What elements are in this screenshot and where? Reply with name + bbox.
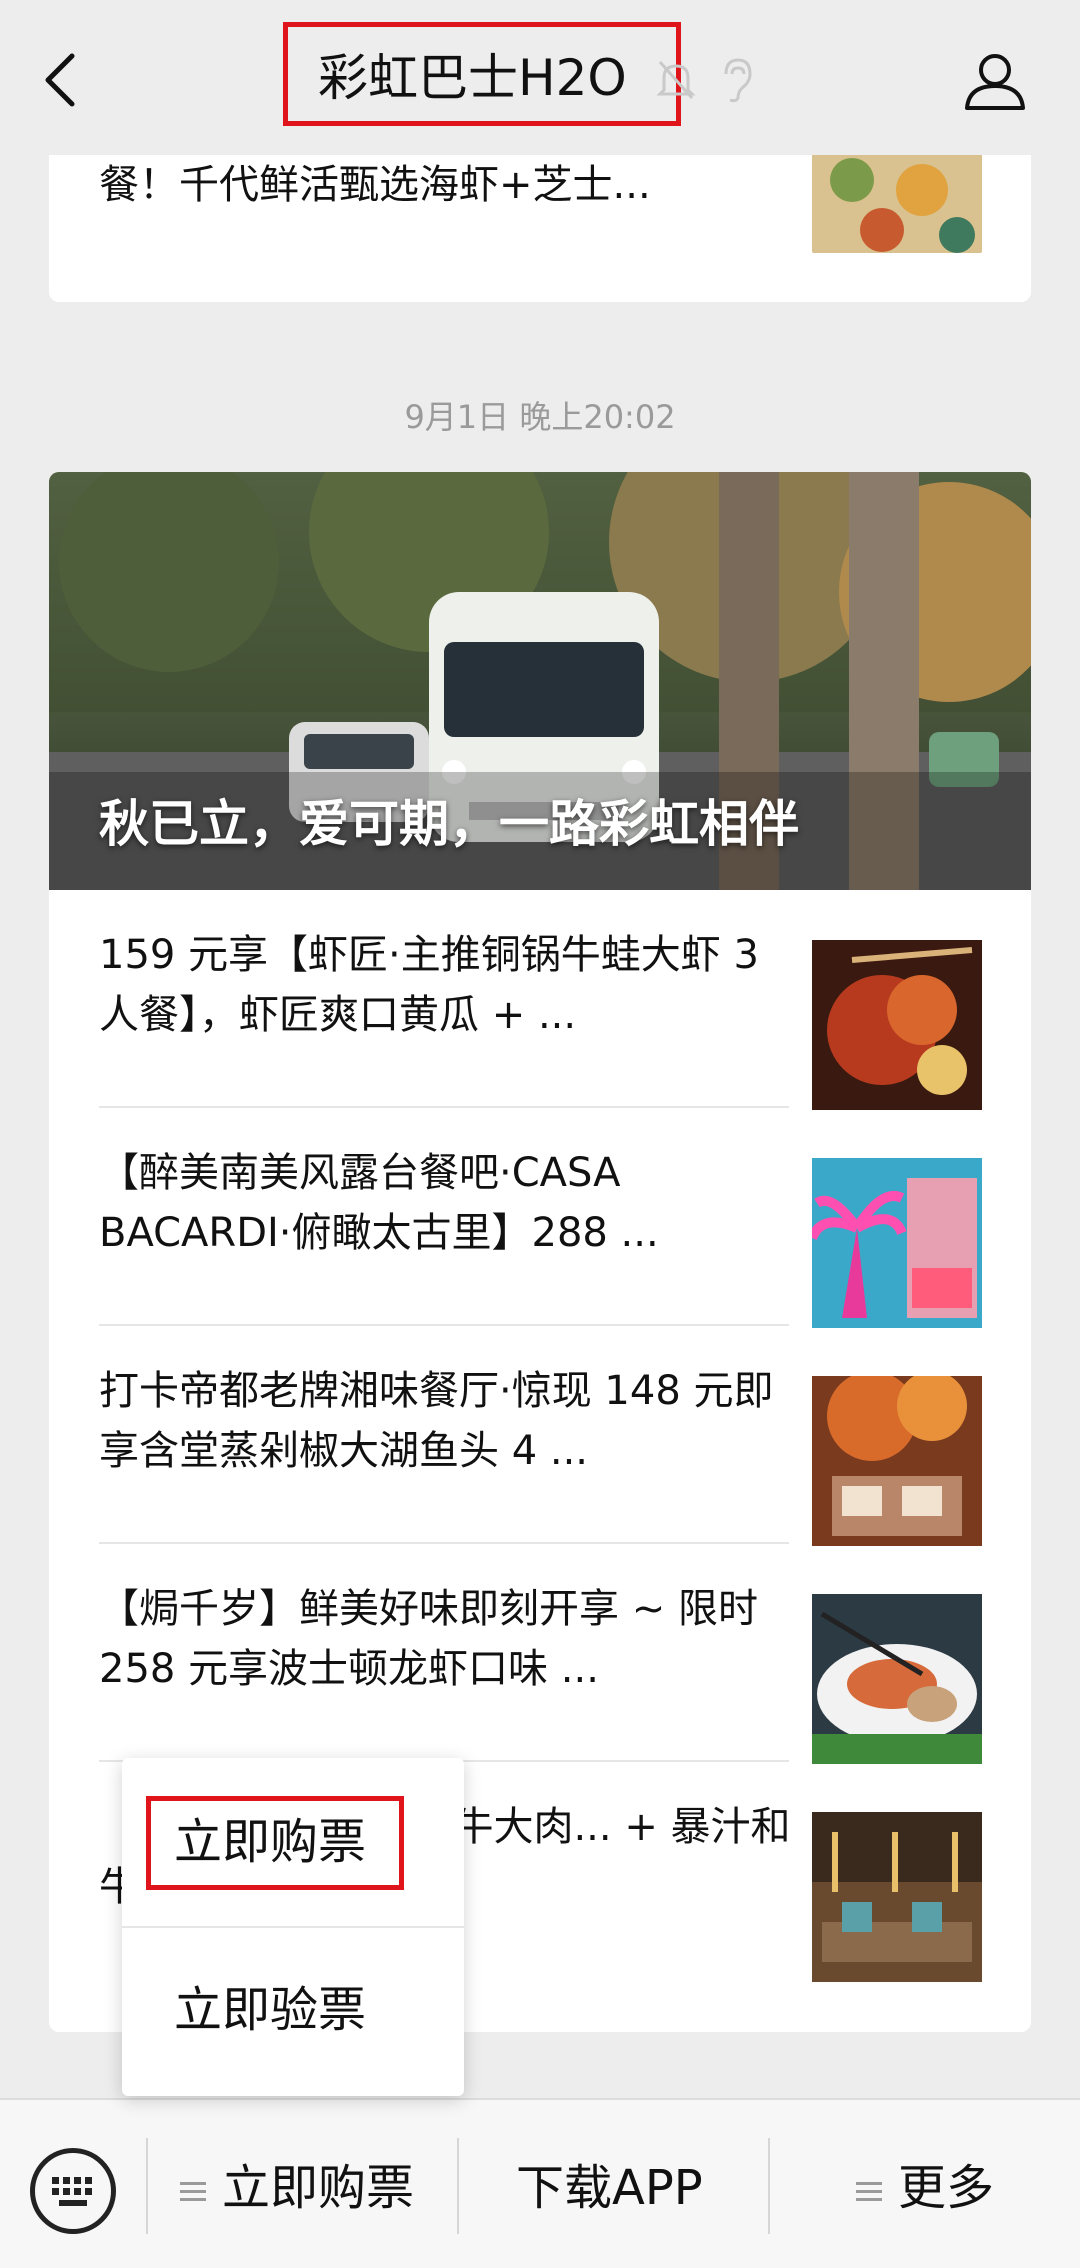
bottom-menu-download-app[interactable]: 下载APP xyxy=(516,2140,703,2236)
bottom-menu-label: 立即购票 xyxy=(222,2160,415,2216)
bottom-menu-buy-ticket[interactable]: 立即购票 xyxy=(180,2140,414,2236)
article-item[interactable]: 打卡帝都老牌湘味餐厅·惊现 148 元即享含堂蒸剁椒大湖鱼头 4 ... xyxy=(49,1326,1031,1546)
popup-item-check-ticket[interactable]: 立即验票 xyxy=(122,1928,464,2093)
divider xyxy=(146,2138,148,2234)
article-title: 【醉美南美风露台餐吧·CASA BACARDI·俯瞰太古里】288 ... xyxy=(99,1150,659,1256)
keyboard-icon xyxy=(52,2177,92,2206)
article-item[interactable]: 【焗千岁】鲜美好味即刻开享 ~ 限时 258 元享波士顿龙虾口味 ... xyxy=(49,1544,1031,1764)
cover-article[interactable]: 秋已立，爱可期，一路彩虹相伴 xyxy=(49,472,1031,890)
menu-lines-icon xyxy=(180,2177,206,2206)
article-thumbnail xyxy=(812,940,982,1110)
keyboard-button[interactable] xyxy=(30,2148,116,2234)
chat-header: 彩虹巴士H2O xyxy=(0,0,1080,155)
article-thumbnail xyxy=(812,1594,982,1764)
article-title: 【焗千岁】鲜美好味即刻开享 ~ 限时 258 元享波士顿龙虾口味 ... xyxy=(99,1586,758,1692)
article-thumbnail xyxy=(812,150,982,253)
highlight-box xyxy=(146,1796,404,1890)
chevron-left-icon xyxy=(45,53,75,107)
article-thumbnail xyxy=(812,1812,982,1982)
cover-title: 秋已立，爱可期，一路彩虹相伴 xyxy=(99,795,799,853)
popup-item-label: 立即验票 xyxy=(174,1982,367,2038)
divider xyxy=(457,2138,459,2234)
bell-off-icon xyxy=(656,58,696,102)
article-title: 159 元享【虾匠·主推铜锅牛蛙大虾 3 人餐】，虾匠爽口黄瓜 + ... xyxy=(99,932,759,1038)
article-thumbnail xyxy=(812,1158,982,1328)
article-item[interactable]: 159 元享【虾匠·主推铜锅牛蛙大虾 3 人餐】，虾匠爽口黄瓜 + ... xyxy=(49,890,1031,1110)
divider xyxy=(768,2138,770,2234)
menu-popup: 立即购票 立即验票 xyxy=(122,1758,464,2096)
bottom-menu-label: 下载APP xyxy=(516,2160,703,2216)
article-item[interactable]: 【醉美南美风露台餐吧·CASA BACARDI·俯瞰太古里】288 ... xyxy=(49,1108,1031,1328)
person-icon xyxy=(965,54,1025,110)
article-thumbnail xyxy=(812,1376,982,1546)
menu-lines-icon xyxy=(856,2177,882,2206)
article-title: 餐！千代鲜活甄选海虾+芝士... xyxy=(99,162,651,208)
account-title: 彩虹巴士H2O xyxy=(318,49,627,107)
article-title: 打卡帝都老牌湘味餐厅·惊现 148 元即享含堂蒸剁椒大湖鱼头 4 ... xyxy=(99,1368,774,1474)
ear-icon xyxy=(718,56,754,104)
back-button[interactable] xyxy=(40,52,80,108)
bottom-menu-bar: 立即购票 下载APP 更多 xyxy=(0,2098,1080,2268)
message-timestamp: 9月1日 晚上20:02 xyxy=(404,398,676,436)
bottom-menu-more[interactable]: 更多 xyxy=(856,2140,994,2236)
bottom-menu-label: 更多 xyxy=(898,2160,995,2216)
profile-button[interactable] xyxy=(963,52,1027,112)
